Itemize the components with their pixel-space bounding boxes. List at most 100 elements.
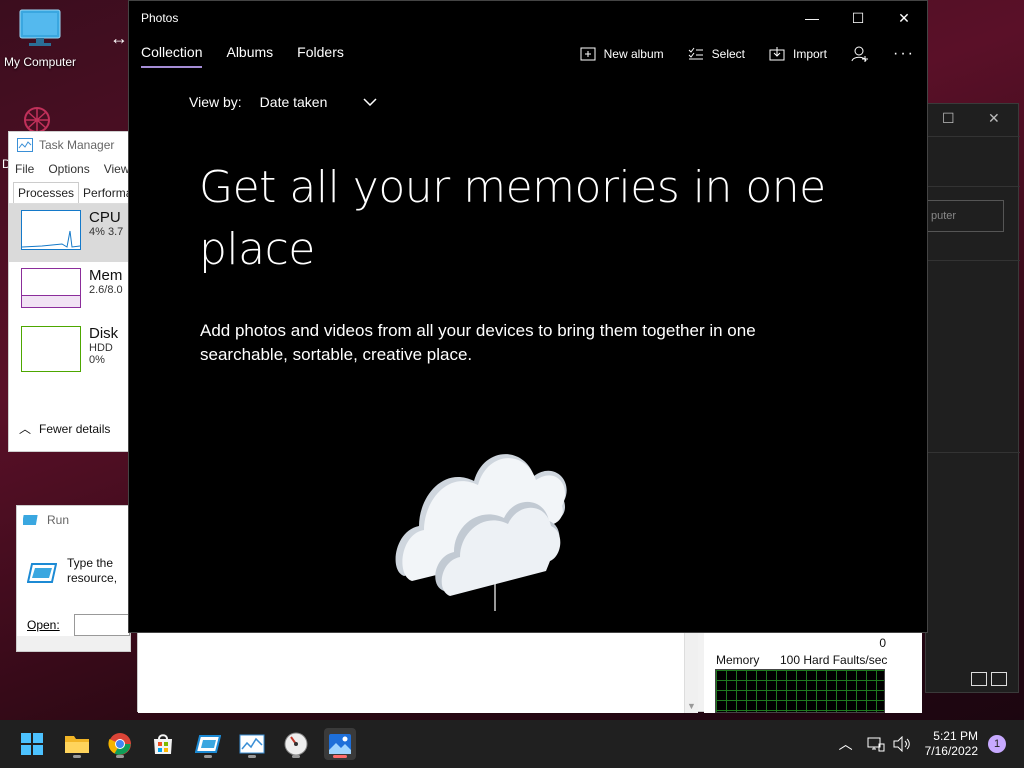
run-dialog[interactable]: Run Type the resource, Open: [16,505,131,652]
windows-logo-icon [21,733,43,755]
tab-folders[interactable]: Folders [297,44,344,66]
graph-panel: 0 Memory 100 Hard Faults/sec [704,633,922,713]
maximize-icon: ☐ [851,9,865,26]
disk-graph [21,326,81,372]
person-add-icon [851,46,869,62]
tab-albums[interactable]: Albums [226,44,273,66]
fewer-details-label: Fewer details [39,421,111,436]
desktop-icon-label: My Computer [3,55,77,69]
open-label: Open: [27,618,60,632]
cloud-illustration [384,406,574,619]
task-manager-window[interactable]: Task Manager File Options View Processes… [8,131,133,452]
cloud-icon [395,454,567,611]
import-label: Import [793,47,828,61]
view-by-row: View by: Date taken [189,94,377,110]
run-description: Type the resource, [67,556,118,585]
memory-label: Mem [89,267,123,284]
task-manager-tabs: Processes Performa [9,180,132,204]
resource-list-panel [138,633,698,713]
scroll-down-icon[interactable]: ▼ [687,701,696,711]
perf-item-disk[interactable]: Disk HDD 0% [9,320,132,378]
fewer-details-button[interactable]: ︿ Fewer details [19,420,110,437]
notification-badge[interactable]: 1 [988,735,1006,753]
run-icon [23,515,38,525]
scrollbar[interactable]: ▼ [684,633,698,713]
memory-graph [21,268,81,308]
cpu-usage: 4% 3.7 [89,226,124,238]
more-options-button[interactable]: ··· [893,45,915,63]
minimize-button[interactable]: — [789,1,835,35]
view-by-value: Date taken [259,94,328,110]
task-manager-title: Task Manager [39,138,115,152]
folder-icon [65,736,89,753]
new-album-button[interactable]: New album [580,47,664,61]
empty-state-heading: Get all your memories in one place [199,162,826,275]
close-icon: ✕ [898,9,910,26]
chevron-up-icon: ︿ [19,422,32,436]
volume-icon[interactable] [893,736,911,752]
new-album-icon [580,47,596,61]
details-view-icon[interactable] [971,672,987,686]
select-icon [688,47,703,60]
menu-options[interactable]: Options [48,162,89,176]
view-by-label: View by: [189,94,242,110]
resource-monitor-taskbar-button[interactable] [280,728,312,760]
open-input[interactable] [73,614,130,636]
chevron-down-icon [363,98,377,106]
task-manager-titlebar[interactable]: Task Manager [9,132,132,158]
tiles-view-icon[interactable] [991,672,1007,686]
maximize-button[interactable]: ☐ [835,1,881,35]
graph-zero-label: 0 [879,636,886,650]
menu-file[interactable]: File [15,162,34,176]
background-window[interactable]: ☐ ✕ puter [925,103,1020,693]
empty-state-description: Add photos and videos from all your devi… [200,321,756,364]
file-explorer-taskbar-button[interactable] [61,728,93,760]
perf-item-cpu[interactable]: CPU 4% 3.7 [9,204,132,262]
perf-item-memory[interactable]: Mem 2.6/8.0 [9,262,132,320]
close-button[interactable]: ✕ [881,1,927,35]
photos-taskbar-button[interactable] [324,728,356,760]
import-icon [769,47,785,61]
clock[interactable]: 5:21 PM 7/16/2022 [925,729,978,759]
menu-view[interactable]: View [104,162,130,176]
photos-toolbar: New album Select Import ··· [580,45,915,63]
maximize-icon[interactable]: ☐ [942,110,955,127]
resource-monitor-window[interactable]: ▼ 0 Memory 100 Hard Faults/sec [137,632,922,713]
computer-field[interactable]: puter [926,200,1004,232]
tab-performance[interactable]: Performa [79,183,132,203]
import-button[interactable]: Import [769,47,827,61]
running-indicator [292,755,300,758]
memory-graph-grid [715,669,885,713]
disk-label: Disk [89,325,119,342]
run-title: Run [47,513,70,527]
account-button[interactable] [851,46,869,62]
select-button[interactable]: Select [688,47,745,61]
more-icon: ··· [893,45,915,62]
chrome-icon [108,733,131,755]
tab-collection[interactable]: Collection [141,44,203,68]
spark-icon [24,107,50,133]
photos-title: Photos [141,11,179,25]
view-by-dropdown[interactable]: Date taken [260,94,378,110]
photos-titlebar[interactable]: Photos — ☐ ✕ [129,1,927,35]
store-taskbar-button[interactable] [147,728,179,760]
my-computer-desktop-icon[interactable]: My Computer [2,8,78,69]
network-icon[interactable] [867,736,885,752]
close-icon[interactable]: ✕ [988,110,1000,127]
task-manager-taskbar-button[interactable] [236,728,268,760]
tab-processes[interactable]: Processes [13,182,80,203]
run-taskbar-button[interactable] [192,728,224,760]
clock-time: 5:21 PM [933,729,978,743]
start-button[interactable] [16,728,48,760]
store-icon [154,734,172,754]
photos-window[interactable]: Photos — ☐ ✕ Collection Albums Folders N… [128,0,928,633]
cpu-label: CPU [89,209,121,226]
chevron-up-icon[interactable]: ︿ [839,734,853,754]
run-icon [195,735,221,753]
select-label: Select [711,47,745,61]
minimize-icon: — [805,10,819,26]
run-open-row: Open: [17,606,130,636]
chrome-taskbar-button[interactable] [104,728,136,760]
disk-usage: 0% [89,354,105,366]
run-titlebar[interactable]: Run [17,506,130,534]
